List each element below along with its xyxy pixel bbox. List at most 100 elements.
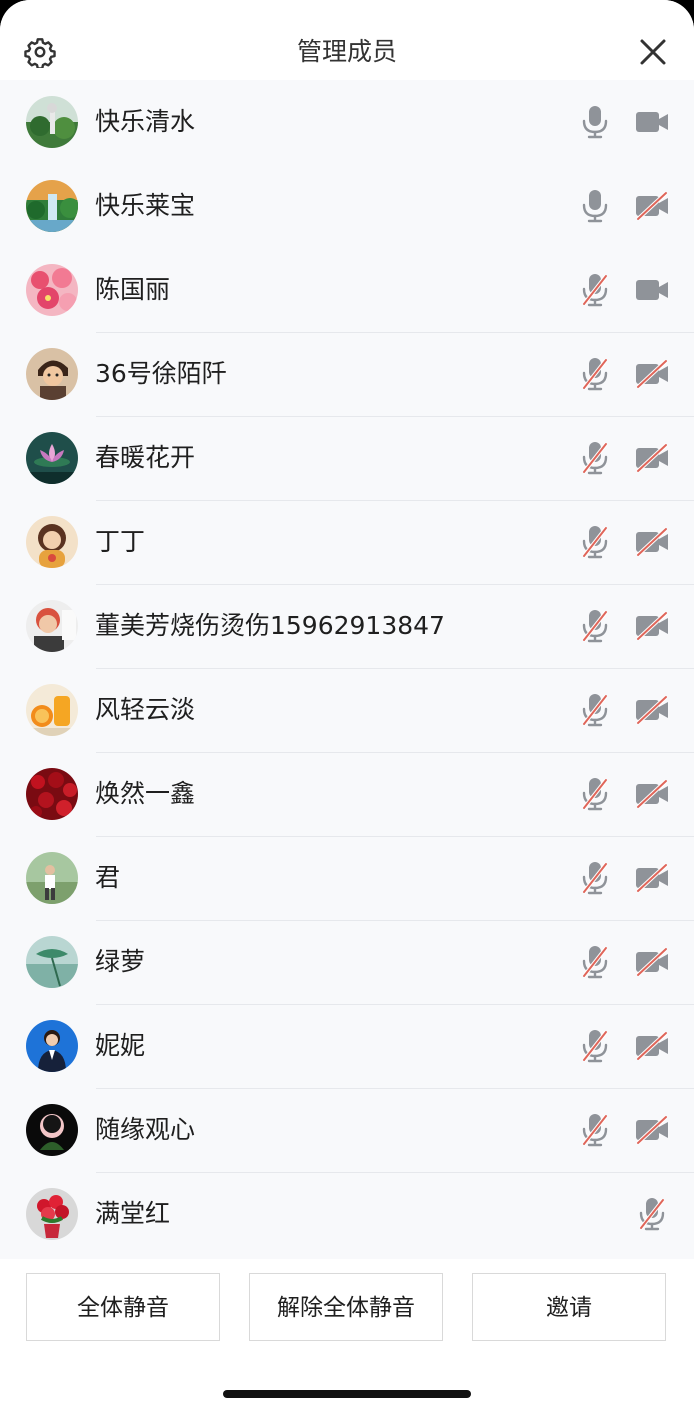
camera-off-icon bbox=[636, 611, 668, 641]
member-row[interactable]: 快乐莱宝 bbox=[0, 164, 694, 248]
unmute-all-button[interactable]: 解除全体静音 bbox=[249, 1273, 443, 1341]
row-divider bbox=[96, 836, 694, 837]
mic-toggle[interactable] bbox=[579, 692, 611, 728]
member-row[interactable]: 董美芳烧伤烫伤15962913847 bbox=[0, 584, 694, 668]
mic-toggle[interactable] bbox=[579, 272, 611, 308]
home-indicator bbox=[223, 1390, 471, 1398]
camera-off-icon bbox=[636, 359, 668, 389]
row-divider bbox=[96, 1088, 694, 1089]
member-name: 焕然一鑫 bbox=[95, 779, 196, 808]
close-button[interactable] bbox=[634, 34, 672, 70]
mic-off-icon bbox=[582, 526, 608, 559]
member-name: 风轻云淡 bbox=[95, 695, 196, 724]
camera-off-icon bbox=[636, 863, 668, 893]
row-divider bbox=[96, 416, 694, 417]
camera-toggle[interactable] bbox=[634, 778, 670, 810]
member-name: 随缘观心 bbox=[95, 1115, 196, 1144]
member-row[interactable]: 君 bbox=[0, 836, 694, 920]
mic-toggle[interactable] bbox=[579, 944, 611, 980]
mic-toggle[interactable] bbox=[579, 188, 611, 224]
mic-toggle[interactable] bbox=[579, 608, 611, 644]
mic-off-icon bbox=[582, 610, 608, 643]
invite-button[interactable]: 邀请 bbox=[472, 1273, 666, 1341]
avatar-silhouette bbox=[26, 1104, 78, 1156]
mic-toggle[interactable] bbox=[579, 440, 611, 476]
row-divider bbox=[96, 752, 694, 753]
row-divider bbox=[96, 920, 694, 921]
member-row[interactable]: 随缘观心 bbox=[0, 1088, 694, 1172]
member-row[interactable]: 满堂红 bbox=[0, 1172, 694, 1256]
camera-icon bbox=[636, 112, 668, 132]
member-row[interactable]: 丁丁 bbox=[0, 500, 694, 584]
camera-off-icon bbox=[636, 443, 668, 473]
member-name: 36号徐陌阡 bbox=[95, 359, 227, 388]
camera-off-icon bbox=[636, 779, 668, 809]
mic-toggle[interactable] bbox=[579, 104, 611, 140]
avatar-waterfall bbox=[26, 180, 78, 232]
member-row[interactable]: 春暖花开 bbox=[0, 416, 694, 500]
camera-toggle[interactable] bbox=[634, 526, 670, 558]
mic-toggle[interactable] bbox=[579, 1028, 611, 1064]
mic-off-icon bbox=[639, 1198, 665, 1231]
member-row[interactable]: 焕然一鑫 bbox=[0, 752, 694, 836]
avatar-pink-flowers bbox=[26, 264, 78, 316]
member-name: 春暖花开 bbox=[95, 443, 196, 472]
member-name: 君 bbox=[95, 863, 121, 892]
member-row[interactable]: 快乐清水 bbox=[0, 80, 694, 164]
mic-toggle[interactable] bbox=[579, 524, 611, 560]
member-row[interactable]: 风轻云淡 bbox=[0, 668, 694, 752]
camera-toggle[interactable] bbox=[634, 442, 670, 474]
member-name: 快乐莱宝 bbox=[95, 191, 196, 220]
row-divider bbox=[96, 500, 694, 501]
camera-toggle[interactable] bbox=[634, 274, 670, 306]
member-name: 快乐清水 bbox=[95, 107, 196, 136]
manage-members-sheet: 管理成员 快乐清水快乐莱宝陈国丽 36号徐陌阡 春暖花开丁丁董美芳烧伤烫伤15962… bbox=[0, 0, 694, 1412]
camera-toggle[interactable] bbox=[634, 358, 670, 390]
avatar-cartoon-man bbox=[26, 348, 78, 400]
mic-toggle[interactable] bbox=[579, 776, 611, 812]
row-divider bbox=[96, 584, 694, 585]
avatar-woman bbox=[26, 600, 78, 652]
mic-off-icon bbox=[582, 358, 608, 391]
mic-toggle[interactable] bbox=[579, 860, 611, 896]
avatar-cartoon-girl bbox=[26, 516, 78, 568]
mic-toggle[interactable] bbox=[636, 1196, 668, 1232]
camera-off-icon bbox=[636, 527, 668, 557]
member-name: 丁丁 bbox=[95, 527, 146, 556]
member-row[interactable]: 绿萝 bbox=[0, 920, 694, 1004]
mic-toggle[interactable] bbox=[579, 356, 611, 392]
avatar-red-potted-flower bbox=[26, 1188, 78, 1240]
mic-off-icon bbox=[582, 442, 608, 475]
mic-toggle[interactable] bbox=[579, 1112, 611, 1148]
camera-toggle[interactable] bbox=[634, 946, 670, 978]
member-list[interactable]: 快乐清水快乐莱宝陈国丽 36号徐陌阡 春暖花开丁丁董美芳烧伤烫伤1596291384… bbox=[0, 80, 694, 1259]
avatar-business-woman bbox=[26, 1020, 78, 1072]
avatar-lotus bbox=[26, 432, 78, 484]
avatar-person-outdoor bbox=[26, 852, 78, 904]
close-icon bbox=[640, 39, 666, 65]
mic-off-icon bbox=[582, 274, 608, 307]
camera-toggle[interactable] bbox=[634, 610, 670, 642]
member-row[interactable]: 妮妮 bbox=[0, 1004, 694, 1088]
header: 管理成员 bbox=[0, 0, 694, 80]
mic-off-icon bbox=[582, 1030, 608, 1063]
camera-off-icon bbox=[636, 191, 668, 221]
camera-toggle[interactable] bbox=[634, 190, 670, 222]
member-row[interactable]: 陈国丽 bbox=[0, 248, 694, 332]
camera-toggle[interactable] bbox=[634, 694, 670, 726]
member-name: 妮妮 bbox=[95, 1031, 146, 1060]
camera-toggle[interactable] bbox=[634, 106, 670, 138]
camera-toggle[interactable] bbox=[634, 1114, 670, 1146]
camera-toggle[interactable] bbox=[634, 862, 670, 894]
member-name: 董美芳烧伤烫伤15962913847 bbox=[95, 611, 445, 640]
mute-all-button[interactable]: 全体静音 bbox=[26, 1273, 220, 1341]
mic-off-icon bbox=[582, 862, 608, 895]
mic-icon bbox=[582, 106, 608, 139]
avatar-red-roses bbox=[26, 768, 78, 820]
row-divider bbox=[96, 1004, 694, 1005]
member-row[interactable]: 36号徐陌阡 bbox=[0, 332, 694, 416]
mic-icon bbox=[582, 190, 608, 223]
mic-off-icon bbox=[582, 946, 608, 979]
mic-off-icon bbox=[582, 778, 608, 811]
camera-toggle[interactable] bbox=[634, 1030, 670, 1062]
